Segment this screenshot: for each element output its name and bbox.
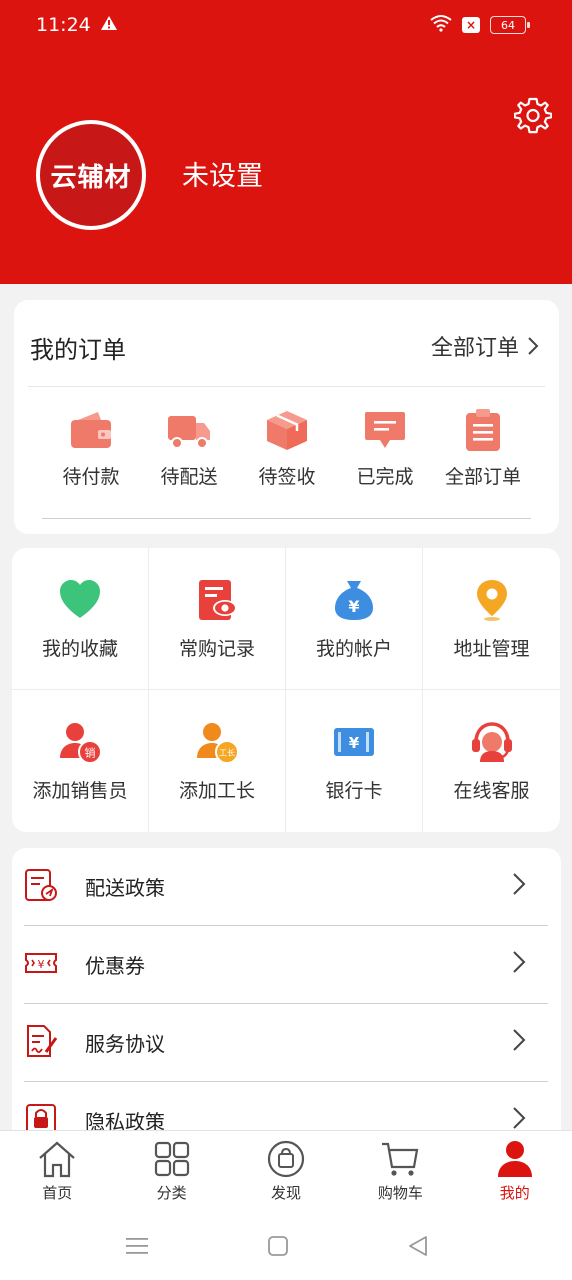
chevron-right-icon	[513, 951, 526, 973]
chevron-right-icon	[513, 1029, 526, 1051]
menu-label: 服务协议	[85, 1032, 165, 1056]
settings-menu-card: 配送政策 ¥ 优惠券 服务协议 隐私政策	[12, 848, 561, 1148]
package-icon	[267, 411, 307, 450]
tab-label: 分类	[156, 1184, 187, 1202]
services-grid-card: 我的收藏 常购记录 ¥ 我的帐户 地址管理 销 添加销售员 工长 添加工长 ¥ …	[12, 548, 560, 832]
divider	[42, 518, 531, 519]
service-label: 常购记录	[178, 638, 255, 660]
order-pending-receipt[interactable]: 待签收	[238, 408, 336, 489]
profile-header: 11:24 × 64 云辅材 未设置	[0, 0, 572, 284]
delivery-policy-icon	[25, 869, 57, 901]
message-done-icon	[365, 412, 405, 448]
all-orders-label: 全部订单	[430, 336, 519, 361]
cart-icon	[382, 1142, 419, 1176]
order-all[interactable]: 全部订单	[434, 408, 532, 489]
menu-icon[interactable]	[126, 1236, 148, 1256]
tab-label: 购物车	[377, 1184, 423, 1202]
order-item-label: 全部订单	[444, 466, 521, 488]
svg-text:工长: 工长	[219, 748, 235, 758]
my-orders-title: 我的订单	[30, 336, 126, 364]
service-label: 添加工长	[178, 780, 255, 802]
customer-service-icon	[471, 722, 512, 762]
service-label: 银行卡	[325, 780, 383, 802]
wifi-icon	[430, 14, 452, 36]
service-favorites[interactable]: 我的收藏	[12, 548, 149, 690]
tab-profile[interactable]: 我的	[458, 1131, 572, 1212]
order-completed[interactable]: 已完成	[336, 408, 434, 489]
menu-service-agreement[interactable]: 服务协议	[24, 1004, 548, 1082]
svg-text:¥: ¥	[348, 597, 359, 616]
agreement-icon	[27, 1025, 58, 1057]
tab-category[interactable]: 分类	[114, 1131, 228, 1212]
chevron-right-icon	[513, 1107, 526, 1129]
bank-card-icon: ¥	[334, 728, 374, 756]
add-salesperson-icon: 销	[60, 723, 102, 764]
category-icon	[154, 1141, 189, 1177]
tab-label: 首页	[42, 1184, 73, 1202]
order-status-row: 待付款 待配送 待签收 已完成 全部订单	[42, 408, 532, 489]
settings-gear-icon[interactable]	[513, 96, 553, 134]
service-bank-card[interactable]: ¥ 银行卡	[286, 690, 423, 832]
menu-label: 优惠券	[85, 954, 145, 978]
service-my-account[interactable]: ¥ 我的帐户	[286, 548, 423, 690]
status-bar: 11:24 × 64	[0, 0, 572, 52]
bottom-tab-bar: 首页 分类 发现 购物车 我的	[0, 1130, 572, 1212]
avatar[interactable]: 云辅材	[36, 120, 146, 230]
order-item-label: 已完成	[356, 466, 414, 488]
status-time: 11:24	[36, 14, 91, 36]
home-square-icon[interactable]	[268, 1236, 288, 1256]
service-add-salesperson[interactable]: 销 添加销售员	[12, 690, 149, 832]
document-eye-icon	[199, 580, 237, 620]
service-address-management[interactable]: 地址管理	[423, 548, 560, 690]
menu-delivery-policy[interactable]: 配送政策	[24, 848, 548, 926]
battery-level: 64	[501, 18, 515, 32]
no-sim-icon: ×	[462, 17, 480, 33]
menu-label: 配送政策	[85, 876, 165, 900]
location-pin-icon	[476, 580, 507, 621]
order-item-label: 待配送	[160, 466, 218, 488]
service-label: 在线客服	[453, 780, 530, 802]
service-online-support[interactable]: 在线客服	[423, 690, 560, 832]
heart-icon	[60, 580, 100, 618]
menu-coupons[interactable]: ¥ 优惠券	[24, 926, 548, 1004]
tab-label: 我的	[499, 1184, 530, 1202]
tab-home[interactable]: 首页	[0, 1131, 114, 1212]
back-triangle-icon[interactable]	[408, 1236, 428, 1256]
profile-icon	[497, 1141, 532, 1177]
order-item-label: 待付款	[62, 466, 120, 488]
service-add-foreman[interactable]: 工长 添加工长	[149, 690, 286, 832]
warning-icon	[100, 15, 118, 35]
money-bag-icon: ¥	[335, 581, 373, 620]
discover-icon	[267, 1140, 305, 1178]
nickname[interactable]: 未设置	[182, 154, 263, 193]
tab-discover[interactable]: 发现	[229, 1131, 343, 1212]
all-orders-link[interactable]: 全部订单	[431, 330, 539, 362]
truck-icon	[168, 416, 210, 449]
avatar-text: 云辅材	[50, 162, 132, 193]
battery-icon: 64	[490, 16, 530, 34]
add-foreman-icon: 工长	[197, 723, 239, 764]
tab-label: 发现	[270, 1184, 301, 1202]
service-label: 我的收藏	[41, 638, 118, 660]
chevron-right-icon	[528, 337, 539, 355]
order-item-label: 待签收	[258, 466, 316, 488]
coupon-icon: ¥	[25, 953, 57, 973]
my-orders-card: 我的订单 全部订单 待付款 待配送 待签收 已完成 全部订单	[14, 300, 559, 534]
service-label: 地址管理	[453, 638, 530, 660]
order-pending-delivery[interactable]: 待配送	[140, 408, 238, 489]
clipboard-icon	[466, 409, 500, 451]
tab-cart[interactable]: 购物车	[343, 1131, 457, 1212]
svg-text:¥: ¥	[349, 734, 360, 752]
divider	[28, 386, 545, 387]
chevron-right-icon	[513, 873, 526, 895]
order-pending-payment[interactable]: 待付款	[42, 408, 140, 489]
home-icon	[39, 1141, 75, 1178]
system-navigation-bar	[0, 1212, 572, 1280]
service-label: 我的帐户	[315, 638, 392, 660]
service-purchase-history[interactable]: 常购记录	[149, 548, 286, 690]
svg-text:¥: ¥	[38, 958, 45, 971]
wallet-icon	[71, 412, 111, 448]
svg-text:销: 销	[85, 746, 96, 760]
service-label: 添加销售员	[32, 780, 128, 802]
